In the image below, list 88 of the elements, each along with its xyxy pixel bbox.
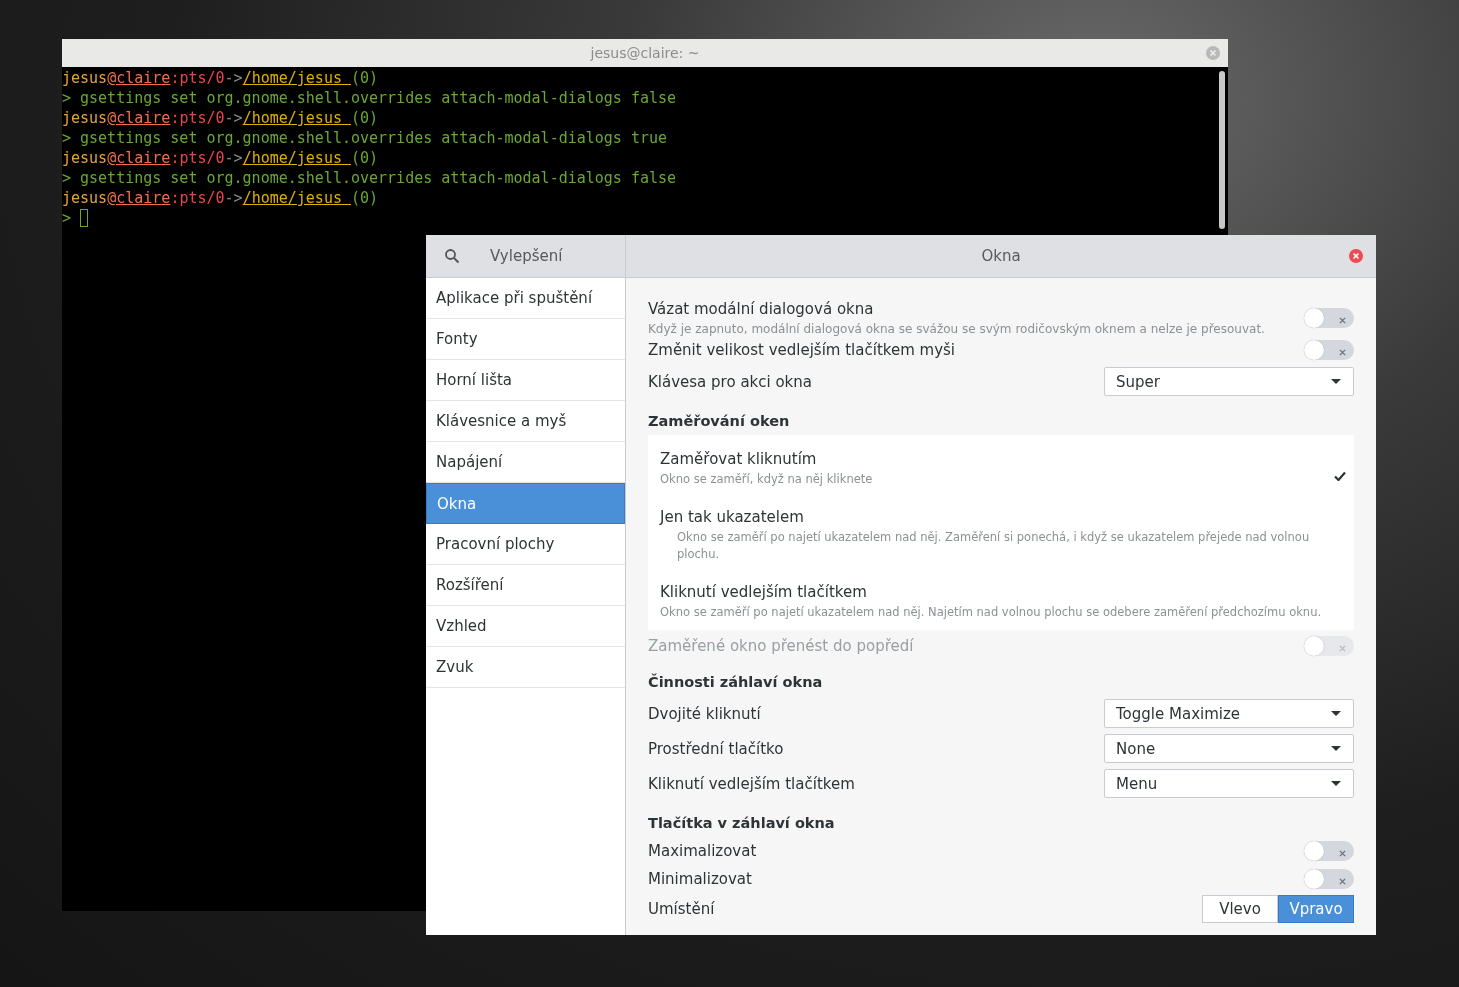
prompt-text: (0) [351, 188, 379, 208]
dropdown[interactable]: Menu [1104, 769, 1354, 798]
setting-label: Umístění [648, 900, 715, 918]
dropdown[interactable]: None [1104, 734, 1354, 763]
prompt-text: jesus [62, 188, 108, 208]
caret-icon [1331, 710, 1341, 717]
close-icon[interactable] [1206, 46, 1220, 60]
setting-label: Klávesa pro akci okna [648, 372, 812, 391]
option-description: Okno se zaměří, když na něj kliknete [660, 471, 873, 488]
sidebar-item[interactable]: Zvuk [426, 647, 625, 688]
prompt-text: :pts/0 [170, 148, 225, 168]
option-title: Zaměřovat kliknutím [660, 450, 818, 468]
prompt-text: @claire [107, 188, 171, 208]
prompt-symbol: > [62, 128, 72, 148]
prompt-text: /home/jesus [242, 68, 343, 88]
command-text: gsettings set org.gnome.shell.overrides attach-modal-dialogs true [80, 128, 668, 148]
focus-option[interactable]: Jen tak ukazatelem Okno se zaměří po najetí ukazatelem nad něj. Zaměření si ponechá, i když se ukazatelem přejede nad volnou plochu. [648, 497, 1354, 572]
prompt-text: @claire [107, 148, 171, 168]
setting-label: Prostřední tlačítko [648, 739, 784, 758]
caret-icon [1331, 780, 1341, 787]
setting-label: Vázat modální dialogová okna [648, 300, 875, 318]
sidebar-item[interactable]: Rozšíření [426, 565, 625, 606]
scrollbar[interactable] [1219, 71, 1225, 229]
cross-icon [1339, 877, 1346, 885]
prompt-text: /home/jesus [242, 148, 343, 168]
toggle-switch[interactable] [1304, 869, 1354, 889]
sidebar-item[interactable]: Fonty [426, 319, 625, 360]
cursor [80, 209, 89, 227]
caret-icon [1331, 378, 1341, 385]
prompt-text: :pts/0 [170, 108, 225, 128]
cross-icon [1339, 348, 1346, 356]
page-title: Okna [981, 247, 1021, 265]
setting-label: Dvojité kliknutí [648, 704, 761, 723]
app-title: Vylepšení [490, 247, 563, 265]
prompt-text: :pts/0 [170, 68, 225, 88]
prompt-symbol: > [62, 88, 72, 108]
focus-option[interactable]: Kliknutí vedlejším tlačítkem Okno se zaměří po najetí ukazatelem nad něj. Najetím nad volnou plochu se odebere zaměření předchozímu oknu. [648, 572, 1354, 630]
setting-label: Kliknutí vedlejším tlačítkem [648, 774, 855, 793]
prompt-text: -> [224, 148, 243, 168]
prompt-text: jesus [62, 148, 108, 168]
close-icon[interactable] [1349, 249, 1363, 263]
prompt-text: @claire [107, 108, 171, 128]
setting-label: Maximalizovat [648, 842, 757, 860]
sidebar-item[interactable]: Aplikace při spuštění [426, 278, 625, 319]
toggle-switch[interactable] [1304, 340, 1354, 360]
section-heading: Činnosti záhlaví okna [648, 672, 824, 692]
prompt-text: (0) [351, 108, 379, 128]
prompt-text: /home/jesus [242, 188, 343, 208]
section-heading: Zaměřování oken [648, 412, 791, 431]
prompt-text: (0) [351, 148, 379, 168]
prompt-text: @claire [107, 68, 171, 88]
toggle-switch[interactable] [1304, 841, 1354, 861]
command-text: gsettings set org.gnome.shell.overrides attach-modal-dialogs false [80, 88, 677, 108]
option-description: Okno se zaměří po najetí ukazatelem nad něj. Najetím nad volnou plochu se odebere zaměření předchozímu oknu. [660, 604, 1322, 621]
option-title: Jen tak ukazatelem [660, 508, 805, 526]
prompt-text: jesus [62, 108, 108, 128]
prompt-text: -> [224, 108, 243, 128]
sidebar-item[interactable]: Klávesnice a myš [426, 401, 625, 442]
sidebar-item[interactable]: Pracovní plochy [426, 524, 625, 565]
prompt-text: jesus [62, 68, 108, 88]
caret-icon [1331, 745, 1341, 752]
setting-label: Minimalizovat [648, 870, 752, 888]
cross-icon [1339, 849, 1346, 857]
prompt-text: /home/jesus [242, 108, 343, 128]
setting-label: Zaměřené okno přenést do popředí [648, 637, 914, 655]
focus-option[interactable]: Zaměřovat kliknutím Okno se zaměří, když na něj kliknete [648, 439, 1354, 497]
section-heading: Tlačítka v záhlaví okna [648, 814, 836, 833]
dropdown[interactable]: Toggle Maximize [1104, 699, 1354, 728]
toggle-button[interactable]: Vlevo [1202, 895, 1278, 923]
prompt-text: -> [224, 68, 243, 88]
dropdown[interactable]: Super [1104, 367, 1354, 396]
option-title: Kliknutí vedlejším tlačítkem [660, 583, 868, 601]
sidebar-item[interactable]: Horní lišta [426, 360, 625, 401]
prompt-symbol: > [62, 208, 72, 228]
cross-icon [1339, 316, 1346, 324]
prompt-text: :pts/0 [170, 188, 225, 208]
prompt-symbol: > [62, 168, 72, 188]
setting-description: Když je zapnuto, modální dialogová okna se svážou se svým rodičovským oknem a nelze je přesouvat. [648, 322, 1265, 336]
option-description: Okno se zaměří po najetí ukazatelem nad něj. Zaměření si ponechá, i když se ukazatelem přejede nad volnou plochu. [676, 529, 1311, 563]
toggle-switch[interactable] [1304, 308, 1354, 328]
prompt-text: -> [224, 188, 243, 208]
cross-icon [1339, 644, 1346, 652]
command-text: gsettings set org.gnome.shell.overrides attach-modal-dialogs false [80, 168, 677, 188]
prompt-text: (0) [351, 68, 379, 88]
setting-label: Změnit velikost vedlejším tlačítkem myši [648, 341, 955, 359]
sidebar-item[interactable]: Vzhled [426, 606, 625, 647]
search-icon[interactable] [444, 248, 460, 264]
window-title: jesus@claire: ~ [590, 45, 700, 61]
